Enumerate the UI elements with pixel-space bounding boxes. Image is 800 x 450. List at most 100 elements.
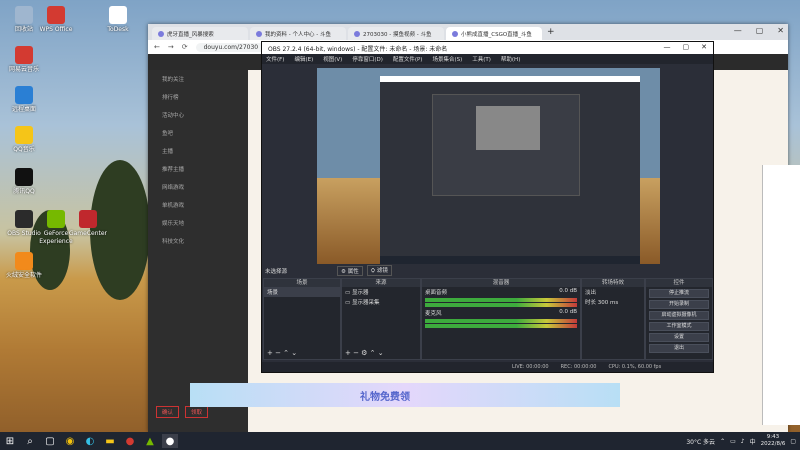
controls-dock: 控件 停止推流 开始录制 启动虚拟摄像机 工作室模式 设置 退出 xyxy=(645,278,713,360)
promo-banner[interactable]: 礼物免费领 xyxy=(190,383,620,407)
obs-menu-item[interactable]: 工具(T) xyxy=(472,55,491,63)
new-tab-button[interactable]: + xyxy=(547,27,555,37)
obs-minimize-button[interactable]: — xyxy=(664,43,671,51)
sidebar-item[interactable]: 活动中心 xyxy=(148,106,248,124)
input-language[interactable]: 中 xyxy=(750,437,756,446)
browser-tab[interactable]: 虎牙直播_风暴搜索 xyxy=(152,27,248,40)
chrome-icon[interactable]: ◉ xyxy=(62,434,78,448)
browser-tab[interactable]: 2703030 - 摸鱼视频 - 斗鱼 xyxy=(348,27,444,40)
browser-minimize-button[interactable]: — xyxy=(734,26,742,35)
sidebar-claim-button[interactable]: 领取 xyxy=(185,406,209,418)
desktop-icon-label: 火绒安全软件 xyxy=(5,272,42,279)
reload-icon[interactable]: ⟳ xyxy=(182,43,188,51)
sidebar-item[interactable]: 我的关注 xyxy=(148,70,248,88)
sidebar-item[interactable]: 排行榜 xyxy=(148,88,248,106)
netease-music-icon[interactable]: ● xyxy=(122,434,138,448)
site-sidebar: 我的关注 排行榜 活动中心 鱼吧 主播 推荐主播 网络游戏 单机游戏 娱乐天地 科技文化 确认 领… xyxy=(148,70,248,432)
app-icon xyxy=(47,6,65,24)
edge-icon[interactable]: ◐ xyxy=(82,434,98,448)
network-icon[interactable]: ▭ xyxy=(730,438,736,445)
app-icon xyxy=(15,6,33,24)
obs-menu-item[interactable]: 视图(V) xyxy=(323,55,342,63)
mic-audio-meter[interactable] xyxy=(425,319,577,323)
obs-menu-item[interactable]: 停靠窗口(D) xyxy=(352,55,383,63)
transitions-header: 转场特效 xyxy=(582,279,644,287)
obs-menu-item[interactable]: 文件(F) xyxy=(266,55,284,63)
obs-menu-item[interactable]: 场景集合(S) xyxy=(432,55,462,63)
scenes-header: 场景 xyxy=(264,279,340,287)
scene-add-remove[interactable]: + − ⌃ ⌄ xyxy=(267,349,297,357)
desktop-icon[interactable]: GameCenter xyxy=(68,210,108,238)
transition-select[interactable]: 淡出 xyxy=(582,287,644,297)
obs-menu-item[interactable]: 编辑(E) xyxy=(294,55,313,63)
obs-preview[interactable] xyxy=(317,68,660,264)
desktop-icon-label: WPS Office xyxy=(39,26,73,33)
obs-control-button[interactable]: 停止推流 xyxy=(649,289,709,298)
source-item[interactable]: ▭ 显示器采集 xyxy=(342,297,420,307)
sidebar-item[interactable]: 鱼吧 xyxy=(148,124,248,142)
obs-maximize-button[interactable]: ▢ xyxy=(683,43,690,51)
properties-button[interactable]: ⚙ 属性 xyxy=(337,265,363,276)
volume-icon[interactable]: ♪ xyxy=(741,438,745,445)
obs-control-button[interactable]: 退出 xyxy=(649,344,709,353)
obs-menu-item[interactable]: 配置文件(P) xyxy=(393,55,423,63)
app-icon xyxy=(109,6,127,24)
browser-tab[interactable]: 小熊成直播_CSGO直播_斗鱼 xyxy=(446,27,542,40)
scene-item[interactable]: 场景 xyxy=(264,287,340,297)
sidebar-item[interactable]: 科技文化 xyxy=(148,232,248,250)
weather-status[interactable]: 30°C 多云 xyxy=(686,437,715,446)
desktop-icon-label: 腾讯QQ xyxy=(13,188,35,195)
sidebar-item[interactable]: 主播 xyxy=(148,142,248,160)
transitions-dock: 转场特效 淡出 时长 300 ms xyxy=(581,278,645,360)
mixer-dock: 混音器 桌面音频 0.0 dB 麦克风 0.0 dB xyxy=(421,278,581,360)
tab-label: 小熊成直播_CSGO直播_斗鱼 xyxy=(461,31,532,38)
browser-close-button[interactable]: ✕ xyxy=(777,26,784,35)
app-icon xyxy=(15,46,33,64)
geforce-icon[interactable]: ▲ xyxy=(142,434,158,448)
tab-label: 我的资料 - 个人中心 - 斗鱼 xyxy=(265,31,331,38)
search-icon[interactable]: ⌕ xyxy=(22,434,38,448)
desktop-icon[interactable]: 远程桌面 xyxy=(4,86,44,114)
file-explorer-icon[interactable]: ▬ xyxy=(102,434,118,448)
sidebar-confirm-button[interactable]: 确认 xyxy=(156,406,180,418)
desktop-icon[interactable]: QQ音乐 xyxy=(4,126,44,154)
mixer-header: 混音器 xyxy=(422,279,580,287)
filters-button[interactable]: ⛭ 滤镜 xyxy=(366,265,392,276)
favicon-icon xyxy=(158,30,164,37)
back-icon[interactable]: ← xyxy=(154,43,160,51)
cpu-usage: CPU: 0.1%, 60.00 fps xyxy=(608,364,662,370)
source-item[interactable]: ▭ 显示器 xyxy=(342,287,420,297)
sidebar-item[interactable]: 网络游戏 xyxy=(148,178,248,196)
tab-label: 虎牙直播_风暴搜索 xyxy=(167,31,214,38)
sidebar-item[interactable]: 推荐主播 xyxy=(148,160,248,178)
obs-control-button[interactable]: 工作室模式 xyxy=(649,322,709,331)
desktop-audio-meter[interactable] xyxy=(425,303,577,307)
desktop-icon[interactable]: ToDesk xyxy=(98,6,138,34)
forward-icon[interactable]: → xyxy=(168,43,174,51)
browser-maximize-button[interactable]: ▢ xyxy=(756,26,764,35)
mic-audio-meter[interactable] xyxy=(425,324,577,328)
chevron-up-icon[interactable]: ⌃ xyxy=(720,438,725,445)
task-view-icon[interactable]: ▢ xyxy=(42,434,58,448)
app-icon xyxy=(15,168,33,186)
obs-menu-item[interactable]: 帮助(H) xyxy=(501,55,520,63)
notification-icon[interactable]: ▢ xyxy=(790,438,796,445)
sidebar-item[interactable]: 单机游戏 xyxy=(148,196,248,214)
desktop-audio-meter[interactable] xyxy=(425,298,577,302)
desktop-icon[interactable]: 腾讯QQ xyxy=(4,168,44,196)
obs-control-button[interactable]: 开始录制 xyxy=(649,300,709,309)
obs-taskbar-icon[interactable]: ● xyxy=(162,434,178,448)
desktop-icon[interactable]: 网易云音乐 xyxy=(4,46,44,74)
windows-start-icon[interactable]: ⊞ xyxy=(2,434,18,448)
browser-tab[interactable]: 我的资料 - 个人中心 - 斗鱼 xyxy=(250,27,346,40)
desktop-icon[interactable]: WPS Office xyxy=(36,6,76,34)
obs-source-toolbar: 未选择源 ⚙ 属性 ⛭ 滤镜 xyxy=(262,265,713,276)
obs-control-button[interactable]: 设置 xyxy=(649,333,709,342)
clock[interactable]: 9:43 2022/8/6 xyxy=(761,434,786,448)
transition-duration[interactable]: 时长 300 ms xyxy=(582,297,644,307)
source-add-remove[interactable]: + − ⚙ ⌃ ⌄ xyxy=(345,349,384,357)
obs-control-button[interactable]: 启动虚拟摄像机 xyxy=(649,311,709,320)
desktop-icon[interactable]: 火绒安全软件 xyxy=(4,252,44,280)
sidebar-item[interactable]: 娱乐天地 xyxy=(148,214,248,232)
obs-close-button[interactable]: ✕ xyxy=(701,43,707,51)
